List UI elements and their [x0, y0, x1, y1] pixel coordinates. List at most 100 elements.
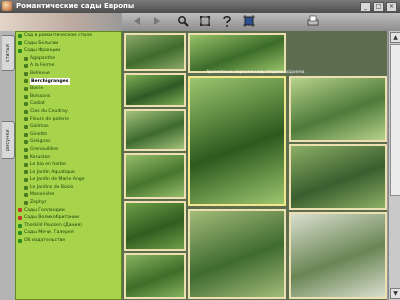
- tree-item[interactable]: Cadiot: [16, 100, 121, 108]
- magnifier-icon: [178, 16, 189, 27]
- thumb-2[interactable]: [124, 73, 186, 107]
- frame-button[interactable]: [242, 14, 256, 28]
- tree-item[interactable]: Boirie: [16, 85, 121, 93]
- print-button[interactable]: [306, 14, 320, 28]
- tree-item[interactable]: Le bio en herbe: [16, 161, 121, 169]
- tree-item[interactable]: Le Jardin Aquatique: [16, 169, 121, 177]
- title-bar: Романтические сады Европы _ □ ×: [0, 0, 400, 13]
- thumb-1[interactable]: [124, 33, 186, 71]
- folder-icon: [18, 48, 22, 53]
- tree-item[interactable]: Grenouillère: [16, 146, 121, 154]
- right-photo-3[interactable]: [289, 212, 387, 299]
- tree-item[interactable]: Fleurs de poterie: [16, 116, 121, 124]
- leaf-icon: [24, 162, 28, 167]
- tree-item-label: Galimas: [30, 124, 49, 130]
- leaf-icon: [24, 193, 28, 198]
- right-photo-1[interactable]: [289, 76, 387, 142]
- leaf-icon: [24, 94, 28, 99]
- scroll-down-arrow-icon[interactable]: ▼: [390, 288, 400, 299]
- tree-item[interactable]: Le Jardins de Bosio: [16, 184, 121, 192]
- thumb-6[interactable]: [124, 253, 186, 299]
- tree-item[interactable]: Ginette: [16, 131, 121, 139]
- tab-pictures[interactable]: рисунки: [2, 121, 15, 159]
- side-tabs: статьи рисунки: [0, 31, 15, 300]
- center-photo-top[interactable]: [188, 33, 286, 73]
- tree-item[interactable]: Сады Мечи. Галерея: [16, 229, 121, 237]
- tree-item-label: A la Ferme: [30, 63, 55, 69]
- arrow-left-icon: [134, 17, 140, 25]
- app-icon: [2, 1, 12, 11]
- tree-item[interactable]: Сады Голландии: [16, 207, 121, 215]
- tab-articles[interactable]: статьи: [2, 35, 15, 71]
- garden-tree: Сад в романтическом стиле Сады Бельгии Сад…: [15, 31, 122, 300]
- leaf-icon: [24, 86, 28, 91]
- zoom-button[interactable]: [176, 14, 190, 28]
- center-photo-bottom[interactable]: [188, 209, 286, 299]
- tree-item-label: Bellevue: [30, 70, 50, 76]
- scroll-thumb[interactable]: [390, 44, 400, 196]
- toolbar-banner: [0, 13, 122, 31]
- forward-button[interactable]: [150, 14, 164, 28]
- close-button[interactable]: ×: [386, 2, 397, 12]
- folder-icon: [18, 238, 22, 243]
- tree-item[interactable]: Keruston: [16, 154, 121, 162]
- tree-item-label: Сады Голландии: [24, 207, 65, 213]
- leaf-icon: [24, 102, 28, 107]
- tree-item-label: Сады Бельгии: [24, 40, 59, 46]
- tree-item[interactable]: Bellevue: [16, 70, 121, 78]
- folder-icon: [18, 223, 22, 228]
- leaf-icon: [24, 56, 28, 61]
- tree-item[interactable]: Zephyr: [16, 199, 121, 207]
- leaf-icon: [24, 64, 28, 69]
- leaf-icon: [24, 200, 28, 205]
- folder-icon: [18, 231, 22, 236]
- question-mark-icon: [223, 15, 231, 27]
- frame-icon: [243, 15, 255, 27]
- back-button[interactable]: [130, 14, 144, 28]
- help-button[interactable]: [220, 14, 234, 28]
- tree-item[interactable]: Galimas: [16, 123, 121, 131]
- tree-item[interactable]: Greignac: [16, 138, 121, 146]
- tree-item-label: Zephyr: [30, 200, 47, 206]
- tree-item[interactable]: Boissons: [16, 93, 121, 101]
- folder-icon: [18, 33, 22, 38]
- leaf-icon: [24, 147, 28, 152]
- tree-item-label: Manoirière: [30, 192, 55, 198]
- tree-item-label: Agapanthe: [30, 55, 56, 61]
- minimize-button[interactable]: _: [360, 2, 371, 12]
- tree-item-label: Le Jardins de Bosio: [30, 184, 74, 190]
- tree-item-label: Berchigranges: [30, 77, 70, 86]
- tree-item[interactable]: Об издательстве: [16, 237, 121, 245]
- main-photo[interactable]: [188, 76, 286, 206]
- tree-item-label: Boissons: [30, 93, 51, 99]
- tree-item-label: Сады Великобритании: [24, 215, 79, 221]
- tree-item[interactable]: Clos du Coudray: [16, 108, 121, 116]
- tree-item[interactable]: Agapanthe: [16, 55, 121, 63]
- tree-item-label: Grenouillère: [30, 146, 59, 152]
- tree-item[interactable]: Сады Великобритании: [16, 214, 121, 222]
- fit-screen-button[interactable]: [198, 14, 212, 28]
- tree-item-label: Boirie: [30, 86, 44, 92]
- tree-item[interactable]: Berchigranges: [16, 77, 121, 86]
- tree-item[interactable]: Thorkild Poulsen (Дания): [16, 222, 121, 230]
- thumb-5[interactable]: [124, 201, 186, 251]
- window-controls: _ □ ×: [360, 2, 397, 12]
- gallery-scrollbar[interactable]: ▲ ▼: [388, 31, 400, 300]
- tree-item[interactable]: Сады Франции: [16, 47, 121, 55]
- tree-item[interactable]: Сады Бельгии: [16, 40, 121, 48]
- tree-item[interactable]: A la Ferme: [16, 62, 121, 70]
- photo-caption: Ароматные заросли над стадию водоема.: [206, 70, 306, 75]
- tree-item[interactable]: Manoirière: [16, 191, 121, 199]
- leaf-icon: [24, 117, 28, 122]
- tree-item[interactable]: Le Jardin de Marie Ange: [16, 176, 121, 184]
- tree-item[interactable]: Сад в романтическом стиле: [16, 32, 121, 40]
- scroll-up-arrow-icon[interactable]: ▲: [390, 32, 400, 43]
- leaf-icon: [24, 185, 28, 190]
- tree-item-label: Le Jardin Aquatique: [30, 169, 75, 175]
- thumb-4[interactable]: [124, 153, 186, 199]
- printer-icon: [307, 15, 319, 26]
- thumb-3[interactable]: [124, 109, 186, 151]
- maximize-button[interactable]: □: [373, 2, 384, 12]
- tree-item-label: Keruston: [30, 154, 51, 160]
- right-photo-2[interactable]: [289, 144, 387, 210]
